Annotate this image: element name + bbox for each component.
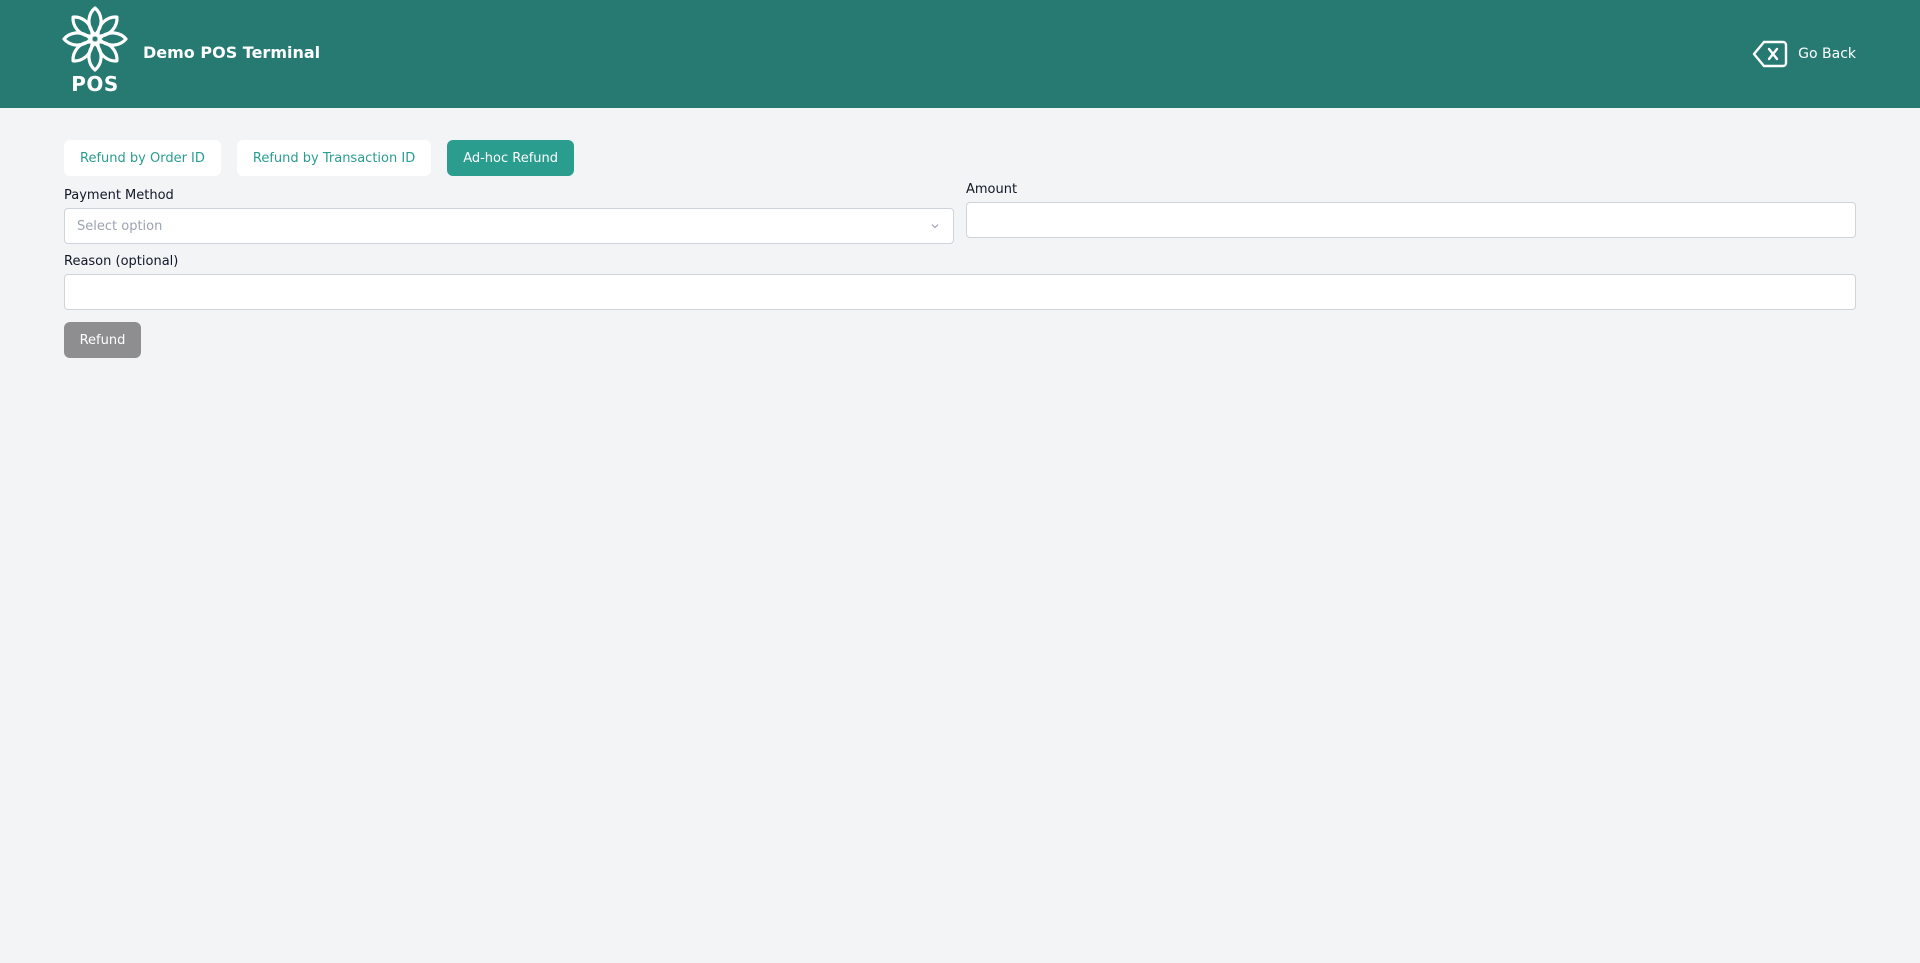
reason-input[interactable] (65, 275, 1855, 309)
app-logo: POS (62, 6, 128, 98)
payment-method-placeholder: Select option (77, 218, 163, 234)
payment-method-select[interactable]: Select option (64, 208, 954, 244)
tab-refund-by-order-id[interactable]: Refund by Order ID (64, 140, 221, 176)
tab-refund-by-transaction-id[interactable]: Refund by Transaction ID (236, 140, 432, 176)
flower-logo-icon (62, 6, 128, 72)
amount-label: Amount (966, 182, 1018, 197)
go-back-button[interactable]: Go Back (1752, 38, 1856, 70)
payment-method-label: Payment Method (64, 188, 174, 203)
amount-input[interactable] (967, 203, 1855, 237)
reason-field-wrapper (64, 274, 1856, 310)
app-title: Demo POS Terminal (143, 43, 321, 62)
logo-text: POS (71, 72, 119, 96)
app-header: POS Demo POS Terminal Go Back (0, 0, 1920, 108)
tab-ad-hoc-refund[interactable]: Ad-hoc Refund (447, 140, 575, 176)
reason-label: Reason (optional) (64, 254, 179, 269)
refund-button[interactable]: Refund (64, 322, 141, 358)
chevron-down-icon (931, 224, 939, 229)
go-back-label: Go Back (1798, 46, 1856, 62)
backspace-x-icon (1752, 40, 1788, 68)
refund-tabs: Refund by Order ID Refund by Transaction… (64, 140, 575, 176)
amount-field-wrapper (966, 202, 1856, 238)
